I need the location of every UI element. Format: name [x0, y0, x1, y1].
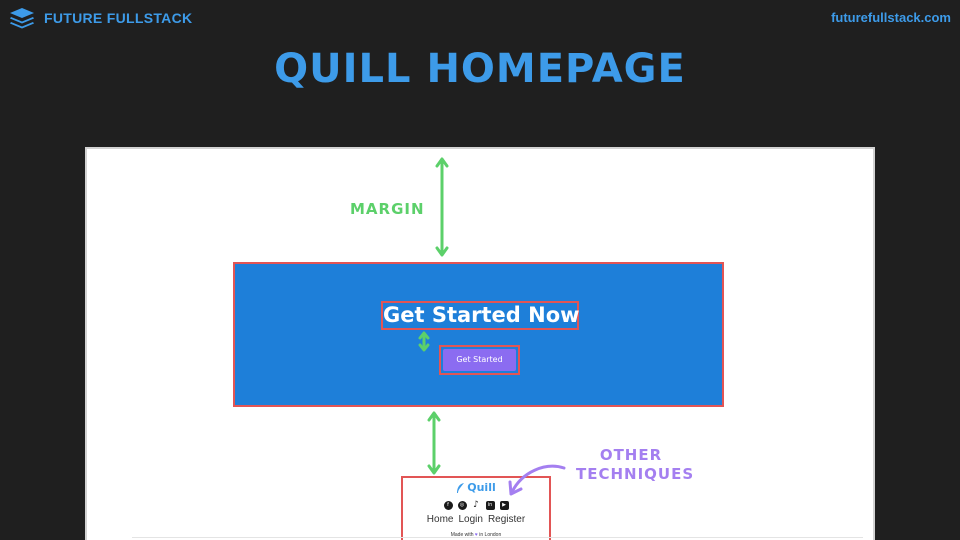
other-techniques-annotation: OTHER TECHNIQUES [576, 446, 695, 484]
annotation-arrows [418, 157, 566, 496]
margin-arrow-bottom [427, 411, 441, 475]
margin-arrow-top [435, 157, 449, 257]
margin-annotation: MARGIN [350, 200, 425, 218]
techniques-arrow [508, 464, 566, 496]
other-label-line1: OTHER [599, 446, 663, 464]
spacing-arrow-small [418, 331, 430, 352]
other-label-line2: TECHNIQUES [576, 465, 695, 483]
